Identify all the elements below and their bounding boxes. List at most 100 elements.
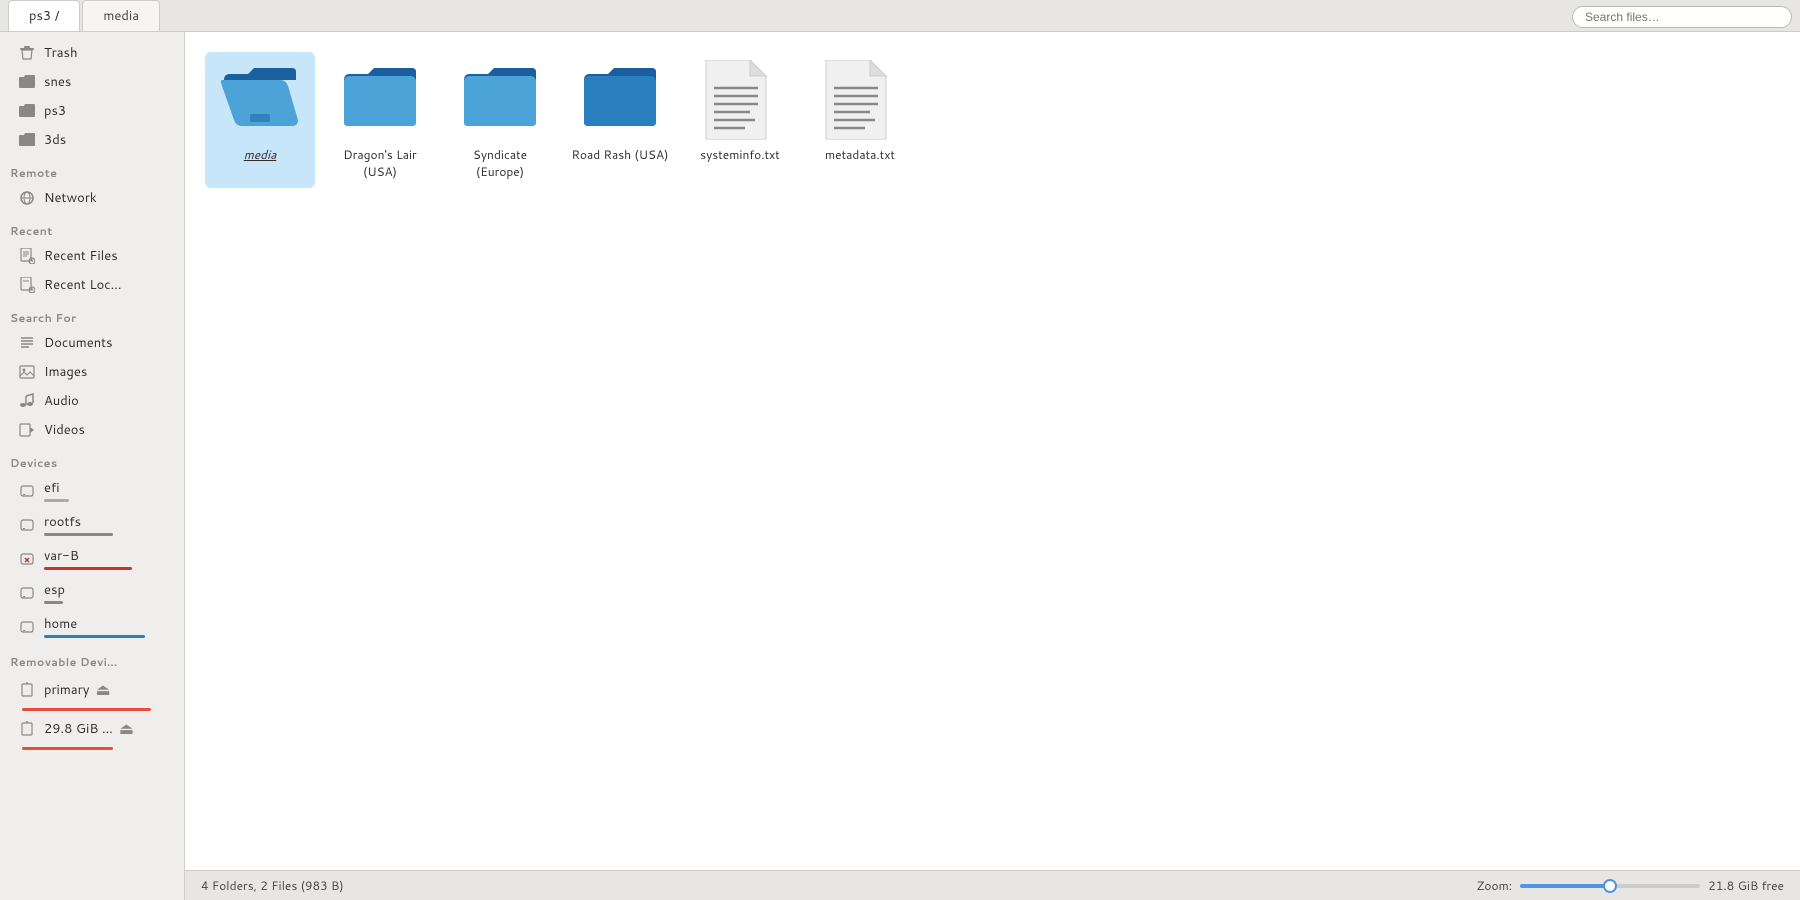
sidebar-rootfs-label: rootfs [44, 513, 81, 531]
drive-icon-home [18, 618, 36, 636]
sidebar-varb-label: var-B [44, 547, 79, 565]
section-removable: Removable Devi... [0, 644, 184, 672]
usb-icon-29gib [18, 720, 36, 738]
sidebar-item-snes[interactable]: snes [4, 68, 180, 96]
trash-icon [18, 44, 36, 62]
primary-usage-bar [22, 708, 151, 711]
eject-icon-29gib[interactable]: ⏏ [119, 717, 134, 740]
text-icon-systeminfo [700, 60, 780, 140]
efi-usage-bar [44, 499, 69, 502]
sidebar-item-recent-files[interactable]: Recent Files [4, 242, 180, 270]
drive-icon-varb [18, 550, 36, 568]
sidebar-primary-label: primary [44, 681, 90, 699]
sidebar-item-audio[interactable]: Audio [4, 387, 180, 415]
main-area: media Dragon's Lair (USA) [185, 32, 1800, 900]
folder-icon-ps3 [18, 102, 36, 120]
sidebar-audio-label: Audio [44, 392, 79, 410]
documents-icon [18, 334, 36, 352]
file-item-dragons-lair[interactable]: Dragon's Lair (USA) [325, 52, 435, 188]
audio-icon [18, 392, 36, 410]
sidebar-item-rootfs[interactable]: rootfs [4, 508, 180, 541]
status-bar: 4 Folders, 2 Files (983 B) Zoom: 21.8 Gi… [185, 870, 1800, 900]
zoom-label: Zoom: [1476, 877, 1512, 894]
folder-icon-3ds [18, 131, 36, 149]
varb-usage-bar [44, 567, 132, 570]
sidebar-ps3-label: ps3 [44, 102, 66, 120]
images-icon [18, 363, 36, 381]
sidebar-item-recent-loc[interactable]: Recent Loc... [4, 271, 180, 299]
sidebar: Trash snes ps3 3ds Remote [0, 32, 185, 900]
section-devices: Devices [0, 445, 184, 473]
sidebar-recent-files-label: Recent Files [44, 247, 118, 265]
sidebar-network-label: Network [44, 189, 97, 207]
file-item-media[interactable]: media [205, 52, 315, 188]
network-icon [18, 189, 36, 207]
zoom-area: Zoom: 21.8 GiB free [1476, 877, 1784, 894]
tab-bar: ps3 / media [0, 0, 1800, 32]
sidebar-snes-label: snes [44, 73, 71, 91]
sidebar-29gib-label: 29.8 GiB ... [44, 720, 113, 738]
search-area [1572, 6, 1792, 28]
sidebar-item-documents[interactable]: Documents [4, 329, 180, 357]
search-input[interactable] [1572, 6, 1792, 28]
folder-icon-road-rash [580, 60, 660, 140]
file-label-media: media [244, 146, 277, 163]
sidebar-trash-label: Trash [44, 44, 78, 62]
folder-icon-dragons-lair [340, 60, 420, 140]
file-label-dragons-lair: Dragon's Lair (USA) [329, 146, 431, 180]
drive-icon-rootfs [18, 516, 36, 534]
recent-files-icon [18, 247, 36, 265]
folder-icon-snes [18, 73, 36, 91]
esp-usage-bar [44, 601, 63, 604]
drive-icon-efi [18, 482, 36, 500]
sidebar-item-varb[interactable]: var-B [4, 542, 180, 575]
free-space-label: 21.8 GiB free [1708, 877, 1784, 894]
sidebar-item-network[interactable]: Network [4, 184, 180, 212]
folder-icon-syndicate [460, 60, 540, 140]
file-item-systeminfo[interactable]: systeminfo.txt [685, 52, 795, 188]
file-item-syndicate[interactable]: Syndicate (Europe) [445, 52, 555, 188]
home-usage-bar [44, 635, 145, 638]
zoom-thumb[interactable] [1603, 879, 1617, 893]
file-label-metadata: metadata.txt [825, 146, 895, 163]
sidebar-item-ps3[interactable]: ps3 [4, 97, 180, 125]
sidebar-home-label: home [44, 615, 77, 633]
sidebar-item-efi[interactable]: efi [4, 474, 180, 507]
file-count-info: 4 Folders, 2 Files (983 B) [201, 877, 344, 894]
sidebar-item-primary[interactable]: primary ⏏ [4, 673, 180, 706]
content-area: Trash snes ps3 3ds Remote [0, 32, 1800, 900]
sidebar-item-trash[interactable]: Trash [4, 39, 180, 67]
29gib-usage-bar [22, 747, 113, 750]
zoom-fill [1520, 884, 1610, 888]
section-recent: Recent [0, 213, 184, 241]
recent-loc-icon [18, 276, 36, 294]
sidebar-item-home[interactable]: home [4, 610, 180, 643]
sidebar-3ds-label: 3ds [44, 131, 66, 149]
usb-icon-primary [18, 681, 36, 699]
file-item-metadata[interactable]: metadata.txt [805, 52, 915, 188]
tab-ps3[interactable]: ps3 / [8, 0, 80, 31]
sidebar-item-videos[interactable]: Videos [4, 416, 180, 444]
drive-icon-esp [18, 584, 36, 602]
section-remote: Remote [0, 155, 184, 183]
sidebar-images-label: Images [44, 363, 87, 381]
eject-icon-primary[interactable]: ⏏ [96, 678, 111, 701]
file-label-systeminfo: systeminfo.txt [700, 146, 780, 163]
sidebar-item-3ds[interactable]: 3ds [4, 126, 180, 154]
sidebar-videos-label: Videos [44, 421, 85, 439]
section-search-for: Search For [0, 300, 184, 328]
rootfs-usage-bar [44, 533, 113, 536]
folder-open-icon-media [220, 60, 300, 140]
videos-icon [18, 421, 36, 439]
text-icon-metadata [820, 60, 900, 140]
zoom-slider[interactable] [1520, 884, 1700, 888]
tab-media[interactable]: media [82, 0, 160, 31]
sidebar-recent-loc-label: Recent Loc... [44, 276, 122, 294]
file-item-road-rash[interactable]: Road Rash (USA) [565, 52, 675, 188]
sidebar-item-images[interactable]: Images [4, 358, 180, 386]
sidebar-efi-label: efi [44, 479, 60, 497]
sidebar-item-29gib[interactable]: 29.8 GiB ... ⏏ [4, 712, 180, 745]
file-label-syndicate: Syndicate (Europe) [449, 146, 551, 180]
sidebar-item-esp[interactable]: esp [4, 576, 180, 609]
file-label-road-rash: Road Rash (USA) [572, 146, 669, 163]
